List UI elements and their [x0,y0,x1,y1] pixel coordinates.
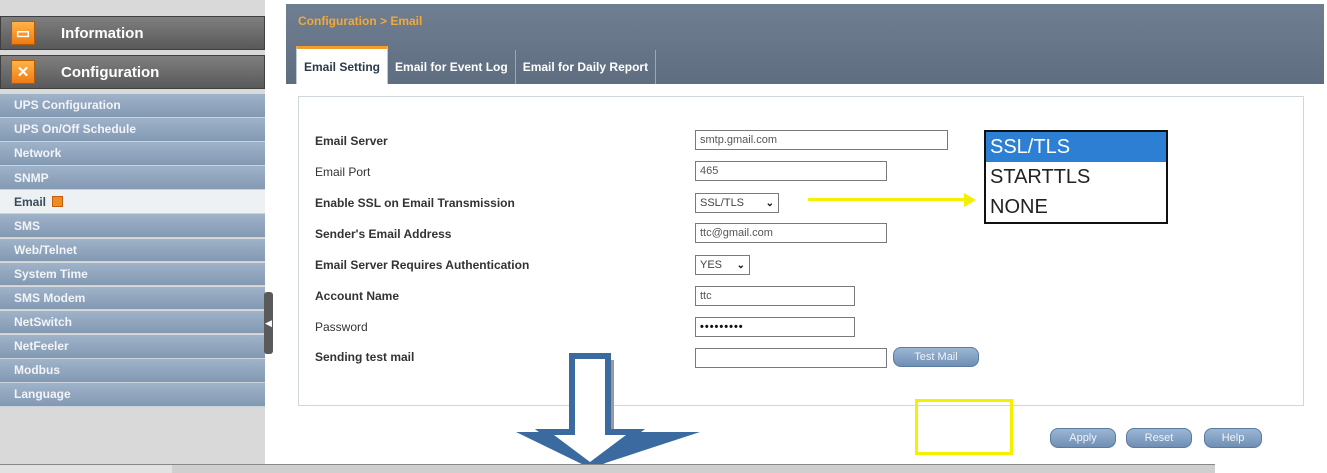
breadcrumb: Configuration > Email [298,14,423,28]
sidebar-item-label: Web/Telnet [14,242,77,257]
tools-icon: ✕ [11,60,35,84]
sidebar-item-email[interactable]: Email [0,190,265,214]
chevron-down-icon: ⌄ [736,259,745,271]
reset-button[interactable]: Reset [1126,428,1192,448]
sidebar-item-network[interactable]: Network [0,142,265,166]
current-page-marker-icon [52,196,64,208]
sidebar-item-label: UPS Configuration [14,98,121,113]
tab-email-setting[interactable]: Email Setting [296,46,389,84]
auth-select-value: YES [700,259,723,271]
auth-select[interactable]: YES ⌄ [695,255,750,275]
sidebar-item-ups-configuration[interactable]: UPS Configuration [0,94,265,118]
sidebar-item-netswitch[interactable]: NetSwitch [0,310,265,335]
ssl-select-value: SSL/TLS [700,197,745,209]
help-button[interactable]: Help [1204,428,1262,448]
ssl-option-starttls[interactable]: STARTTLS [986,162,1166,192]
bottom-strip-left [0,465,172,473]
chevron-left-icon: ◀ [265,317,272,328]
sidebar-item-label: Email [14,194,47,209]
sidebar-item-label: Language [14,387,71,402]
apply-button[interactable]: Apply [1050,428,1116,448]
ssl-option-none[interactable]: NONE [986,192,1166,222]
highlight-box [915,399,1013,455]
sidebar-section-information[interactable]: ▭ Information [0,16,265,50]
sidebar-section-label: Information [61,24,144,42]
sidebar-item-ups-schedule[interactable]: UPS On/Off Schedule [0,118,265,142]
password-input[interactable]: ••••••••• [695,317,855,337]
tab-email-event-log[interactable]: Email for Event Log [388,50,516,84]
sidebar-item-snmp[interactable]: SNMP [0,166,265,190]
annotation-arrow-line [808,198,968,201]
email-port-input[interactable]: 465 [695,161,887,181]
header-bar: Configuration > Email Email Setting Emai… [286,4,1324,84]
sidebar-item-label: SNMP [14,170,49,185]
sidebar-item-label: SMS Modem [14,291,86,306]
email-server-input[interactable]: smtp.gmail.com [695,130,948,150]
email-server-label: Email Server [315,134,388,148]
account-name-label: Account Name [315,289,400,303]
test-mail-button[interactable]: Test Mail [893,347,979,367]
sidebar-item-label: NetFeeler [14,339,69,354]
sidebar-section-label: Configuration [61,63,160,81]
test-mail-input[interactable] [695,348,887,368]
annotation-arrow-head-icon [964,193,976,207]
requires-auth-label: Email Server Requires Authentication [315,258,530,272]
sidebar-item-label: SMS [14,218,41,233]
sidebar-item-language[interactable]: Language [0,383,265,407]
sidebar-item-label: Modbus [14,363,60,378]
sidebar-menu: UPS Configuration UPS On/Off Schedule Ne… [0,94,265,407]
test-mail-label: Sending test mail [315,350,415,364]
main-content: Configuration > Email Email Setting Emai… [286,4,1324,473]
sidebar-item-label: NetSwitch [14,315,73,330]
sidebar: ▭ Information ✕ Configuration UPS Config… [0,0,265,473]
sender-address-input[interactable]: ttc@gmail.com [695,223,887,243]
sidebar-item-system-time[interactable]: System Time [0,262,265,287]
enable-ssl-label: Enable SSL on Email Transmission [315,196,515,210]
ssl-option-ssl-tls[interactable]: SSL/TLS [986,132,1166,162]
sidebar-item-label: UPS On/Off Schedule [14,122,137,137]
sidebar-item-sms[interactable]: SMS [0,214,265,239]
page: ▭ Information ✕ Configuration UPS Config… [0,0,1327,473]
ssl-options-dropdown: SSL/TLS STARTTLS NONE [984,130,1168,224]
sidebar-section-configuration[interactable]: ✕ Configuration [0,55,265,89]
info-panel-icon: ▭ [11,21,35,45]
tab-email-daily-report[interactable]: Email for Daily Report [516,50,657,84]
sidebar-item-modbus[interactable]: Modbus [0,359,265,383]
sidebar-item-netfeeler[interactable]: NetFeeler [0,334,265,359]
sidebar-item-label: System Time [14,266,88,281]
bottom-strip [0,464,1215,473]
chevron-down-icon: ⌄ [765,197,774,209]
sidebar-collapse-handle[interactable]: ◀ [264,292,273,354]
ssl-select[interactable]: SSL/TLS ⌄ [695,193,779,213]
sidebar-item-label: Network [14,146,62,161]
sidebar-item-sms-modem[interactable]: SMS Modem [0,286,265,311]
sidebar-item-web-telnet[interactable]: Web/Telnet [0,238,265,263]
down-arrow-icon [516,353,700,468]
sender-address-label: Sender's Email Address [315,227,452,241]
email-port-label: Email Port [315,165,371,179]
password-label: Password [315,320,368,334]
account-name-input[interactable]: ttc [695,286,855,306]
tab-bar: Email Setting Email for Event Log Email … [296,46,657,84]
